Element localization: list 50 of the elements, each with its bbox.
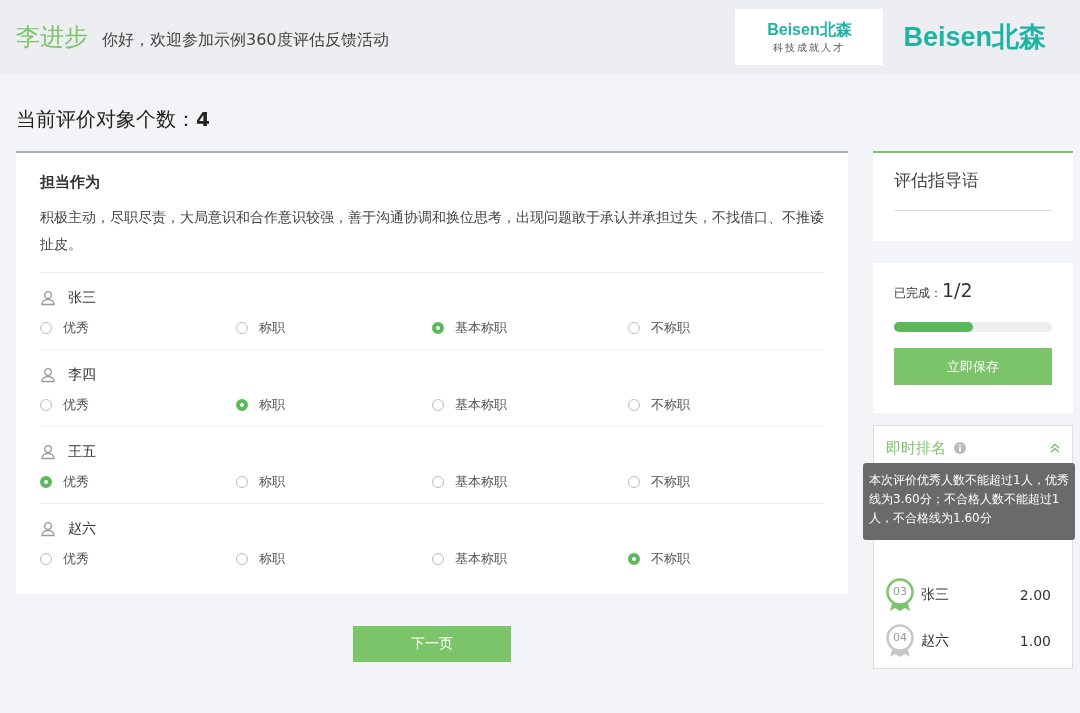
progress-value: 1/2	[942, 279, 973, 301]
person-name: 张三	[68, 289, 96, 307]
person-name: 李四	[68, 366, 96, 384]
rating-option[interactable]: 优秀	[40, 396, 236, 414]
rating-option[interactable]: 不称职	[628, 319, 824, 337]
rating-option[interactable]: 不称职	[628, 473, 824, 491]
greeting-text: 你好，欢迎参加示例360度评估反馈活动	[102, 30, 389, 51]
radio-button[interactable]	[432, 322, 444, 334]
radio-button[interactable]	[40, 476, 52, 488]
question-title: 担当作为	[40, 173, 101, 192]
person-icon	[40, 290, 56, 306]
score-value: 1.00	[1019, 633, 1051, 649]
rating-option[interactable]: 基本称职	[432, 473, 628, 491]
radio-button[interactable]	[628, 553, 640, 565]
ranked-name: 赵六	[921, 632, 950, 650]
rating-option[interactable]: 称职	[236, 319, 432, 337]
rating-option[interactable]: 不称职	[628, 396, 824, 414]
progress-label: 已完成：	[894, 285, 942, 302]
rating-option[interactable]: 称职	[236, 550, 432, 568]
rating-option[interactable]: 称职	[236, 473, 432, 491]
question-description: 积极主动，尽职尽责，大局意识和合作意识较强，善于沟通协调和换位思考，出现问题敢于承认并承担过失，不找借口、不推诿扯皮。	[40, 204, 824, 273]
rating-option[interactable]: 基本称职	[432, 319, 628, 337]
person-icon	[40, 521, 56, 537]
info-icon	[954, 442, 966, 454]
logo-text: Beisen北森	[767, 19, 852, 40]
score-value: 2.00	[1019, 587, 1051, 603]
ranked-name: 张三	[921, 586, 950, 604]
count-value: 4	[196, 107, 210, 131]
rank-number: 03	[892, 585, 908, 598]
radio-button[interactable]	[236, 399, 248, 411]
logo-slogan: 科技成就人才	[773, 40, 846, 55]
rating-option[interactable]: 基本称职	[432, 396, 628, 414]
rating-option[interactable]: 称职	[236, 396, 432, 414]
info-tooltip: 本次评价优秀人数不能超过1人，优秀线为3.60分；不合格人数不能超过1人，不合格线为1.60分	[863, 463, 1075, 540]
person-icon	[40, 367, 56, 383]
rating-option[interactable]: 优秀	[40, 473, 236, 491]
rank-number: 04	[892, 631, 908, 644]
ranking-title: 即时排名	[886, 438, 946, 458]
guide-title: 评估指导语	[894, 153, 1052, 211]
logo-text: Beisen北森	[903, 21, 1046, 54]
person-name: 赵六	[68, 520, 96, 538]
rating-option[interactable]: 不称职	[628, 550, 824, 568]
rating-option[interactable]: 优秀	[40, 550, 236, 568]
count-label: 当前评价对象个数：	[16, 106, 196, 133]
person-name: 王五	[68, 443, 96, 461]
rating-option[interactable]: 优秀	[40, 319, 236, 337]
collapse-icon[interactable]	[1050, 443, 1060, 453]
user-name: 李进步	[16, 22, 88, 53]
person-icon	[40, 444, 56, 460]
rating-option[interactable]: 基本称职	[432, 550, 628, 568]
